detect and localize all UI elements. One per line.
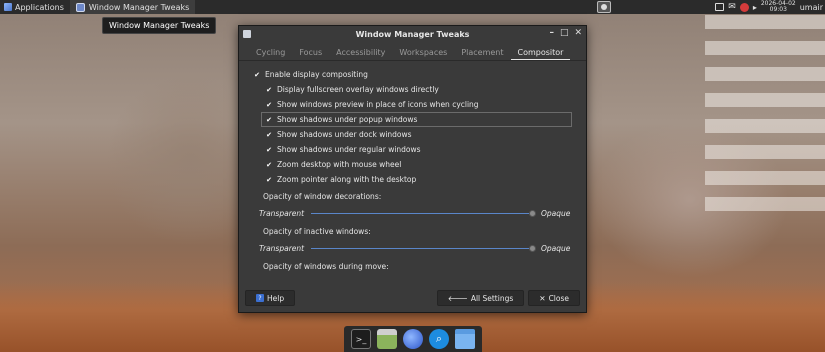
slider-handle[interactable] <box>529 244 536 252</box>
help-label: Help <box>267 293 285 303</box>
network-icon[interactable]: ✉ <box>728 2 736 12</box>
opacity-inactive-slider-row: Transparent Opaque <box>253 239 572 257</box>
taskbar-label: Window Manager Tweaks <box>88 2 190 12</box>
option-fullscreen-overlay[interactable]: ✔ Display fullscreen overlay windows dir… <box>253 82 572 97</box>
close-icon[interactable]: ✕ <box>574 28 582 38</box>
applications-label: Applications <box>15 2 64 12</box>
window-manager-tweaks-icon <box>75 2 85 12</box>
slider-max-label: Opaque <box>541 243 571 253</box>
clock[interactable]: 2026-04-02 09:03 <box>761 1 796 13</box>
tab-accessibility[interactable]: Accessibility <box>329 46 392 60</box>
slider-handle[interactable] <box>529 209 536 217</box>
app-finder-icon[interactable]: ⌕ <box>429 329 449 349</box>
dialog-title: Window Manager Tweaks <box>355 30 470 39</box>
screenshot-indicator-icon[interactable] <box>597 1 611 13</box>
back-arrow-icon: 🡐 <box>447 293 468 303</box>
all-settings-button[interactable]: 🡐 All Settings <box>436 290 525 306</box>
dialog-titlebar[interactable]: Window Manager Tweaks – □ ✕ <box>239 26 586 43</box>
checkbox-checked-icon[interactable]: ✔ <box>265 146 273 154</box>
option-windows-preview[interactable]: ✔ Show windows preview in place of icons… <box>253 97 572 112</box>
top-panel: Applications Window Manager Tweaks <box>0 0 825 14</box>
option-zoom-pointer[interactable]: ✔ Zoom pointer along with the desktop <box>253 172 572 187</box>
option-shadows-regular[interactable]: ✔ Show shadows under regular windows <box>253 142 572 157</box>
checkbox-checked-icon[interactable]: ✔ <box>265 86 273 94</box>
option-shadows-dock[interactable]: ✔ Show shadows under dock windows <box>253 127 572 142</box>
option-enable-compositing[interactable]: ✔ Enable display compositing <box>253 67 572 82</box>
system-tray: ✉ ▸ 2026-04-02 09:03 umair <box>715 0 825 14</box>
option-label: Show shadows under regular windows <box>277 145 421 154</box>
maximize-icon[interactable]: □ <box>560 28 569 38</box>
opacity-decorations-label: Opacity of window decorations: <box>263 192 382 201</box>
option-label: Show shadows under popup windows <box>277 115 418 124</box>
slider-min-label: Transparent <box>259 243 305 253</box>
close-label: Close <box>548 293 569 303</box>
applications-menu[interactable]: Applications <box>0 0 68 14</box>
update-notifier-icon[interactable] <box>739 2 749 12</box>
volume-icon[interactable]: ▸ <box>753 3 757 12</box>
dialog-footer: ? Help 🡐 All Settings ✕ Close <box>245 290 580 306</box>
checkbox-checked-icon[interactable]: ✔ <box>265 116 273 124</box>
window-menu-icon[interactable] <box>243 30 251 38</box>
checkbox-checked-icon[interactable]: ✔ <box>265 161 273 169</box>
display-icon[interactable] <box>715 3 725 11</box>
terminal-icon[interactable]: >_ <box>351 329 371 349</box>
option-label: Show shadows under dock windows <box>277 130 412 139</box>
tab-compositor[interactable]: Compositor <box>510 46 571 60</box>
close-x-icon: ✕ <box>539 293 546 303</box>
slider-min-label: Transparent <box>259 208 305 218</box>
opacity-inactive-slider[interactable] <box>311 244 536 252</box>
file-manager-icon[interactable] <box>377 329 397 349</box>
all-settings-label: All Settings <box>470 293 514 303</box>
tooltip: Window Manager Tweaks <box>102 17 217 34</box>
opacity-decorations-slider-row: Transparent Opaque <box>253 204 572 222</box>
option-shadows-popup[interactable]: ✔ Show shadows under popup windows <box>253 112 572 127</box>
option-zoom-desktop[interactable]: ✔ Zoom desktop with mouse wheel <box>253 157 572 172</box>
opacity-move-label: Opacity of windows during move: <box>263 262 389 271</box>
option-label: Enable display compositing <box>265 70 368 79</box>
tab-cycling[interactable]: Cycling <box>249 46 292 60</box>
applications-icon <box>4 3 12 11</box>
option-label: Zoom pointer along with the desktop <box>277 175 417 184</box>
minimize-icon[interactable]: – <box>549 28 554 38</box>
help-button[interactable]: ? Help <box>245 290 296 306</box>
taskbar-button-window-manager-tweaks[interactable]: Window Manager Tweaks <box>69 0 196 14</box>
folder-icon[interactable] <box>455 329 475 349</box>
user-menu[interactable]: umair <box>800 3 823 12</box>
option-label: Display fullscreen overlay windows direc… <box>277 85 439 94</box>
checkbox-checked-icon[interactable]: ✔ <box>265 176 273 184</box>
option-label: Zoom desktop with mouse wheel <box>277 160 402 169</box>
dock: >_ ⌕ <box>344 326 482 352</box>
opacity-decorations-slider[interactable] <box>311 209 536 217</box>
web-browser-icon[interactable] <box>403 329 423 349</box>
compositor-panel: ✔ Enable display compositing ✔ Display f… <box>253 67 572 276</box>
wallpaper-blinds <box>705 15 825 215</box>
tab-focus[interactable]: Focus <box>292 46 329 60</box>
opacity-inactive-label: Opacity of inactive windows: <box>263 227 371 236</box>
window-manager-tweaks-dialog: Window Manager Tweaks – □ ✕ Cycling Focu… <box>238 25 587 313</box>
checkbox-checked-icon[interactable]: ✔ <box>265 101 273 109</box>
checkbox-checked-icon[interactable]: ✔ <box>253 71 261 79</box>
tab-bar: Cycling Focus Accessibility Workspaces P… <box>239 46 586 61</box>
slider-max-label: Opaque <box>541 208 571 218</box>
checkbox-checked-icon[interactable]: ✔ <box>265 131 273 139</box>
help-icon: ? <box>256 294 264 302</box>
tab-workspaces[interactable]: Workspaces <box>392 46 454 60</box>
option-label: Show windows preview in place of icons w… <box>277 100 479 109</box>
close-button[interactable]: ✕ Close <box>528 290 580 306</box>
tab-placement[interactable]: Placement <box>454 46 510 60</box>
clock-time: 09:03 <box>769 6 787 13</box>
